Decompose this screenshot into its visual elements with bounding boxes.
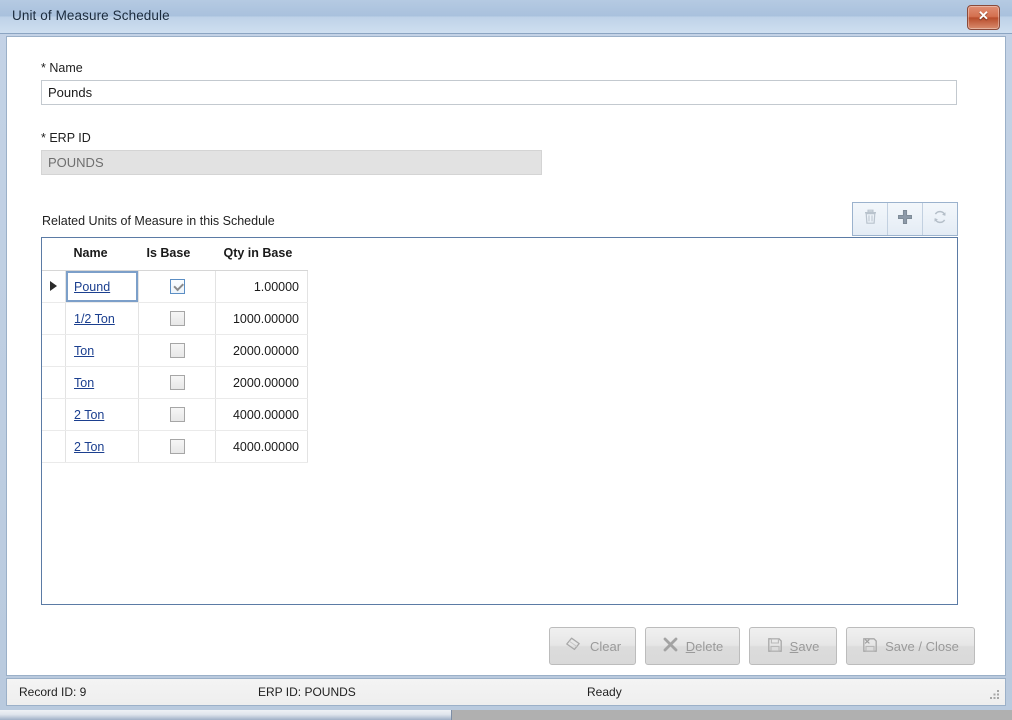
save-button[interactable]: Save	[749, 627, 837, 665]
grid-header-qty-in-base[interactable]: Qty in Base	[215, 238, 308, 271]
row-selector-arrow-icon	[50, 280, 57, 291]
name-field-label: * Name	[41, 61, 83, 75]
save-close-button-label: Save / Close	[885, 638, 959, 654]
row-indicator-cell[interactable]	[42, 334, 66, 367]
window-title: Unit of Measure Schedule	[12, 8, 170, 23]
eraser-icon	[564, 636, 583, 656]
row-name-cell[interactable]: Pound	[65, 270, 139, 303]
row-name-link[interactable]: Pound	[74, 280, 110, 294]
row-qty-cell[interactable]: 2000.00000	[215, 334, 308, 367]
row-indicator-cell[interactable]	[42, 398, 66, 431]
grid-delete-button[interactable]	[853, 203, 888, 235]
row-qty-cell[interactable]: 4000.00000	[215, 398, 308, 431]
status-record-id: Record ID: 9	[19, 685, 87, 699]
grid-toolbar	[852, 202, 958, 236]
save-close-button[interactable]: Save / Close	[846, 627, 975, 665]
row-name-link[interactable]: Ton	[74, 344, 94, 358]
erp-id-input	[41, 150, 542, 175]
x-mark-icon	[662, 636, 679, 656]
units-grid: Name Is Base Qty in Base Pound 1.00000 1/2…	[42, 238, 308, 463]
dialog-client-area: * Name * ERP ID Related Units of Measure…	[6, 36, 1006, 676]
save-button-label: Save	[789, 638, 820, 654]
row-name-cell[interactable]: 2 Ton	[65, 398, 139, 431]
row-qty-cell[interactable]: 4000.00000	[215, 430, 308, 463]
row-name-link[interactable]: 2 Ton	[74, 408, 104, 422]
floppy-disk-close-icon	[862, 637, 878, 656]
floppy-disk-icon	[767, 637, 783, 656]
delete-button-label: Delete	[685, 638, 724, 654]
clear-button[interactable]: Clear	[549, 627, 636, 665]
table-row[interactable]: Ton 2000.00000	[42, 334, 308, 367]
clear-button-label: Clear	[589, 638, 622, 654]
row-is-base-cell[interactable]	[138, 270, 216, 303]
dialog-window: Unit of Measure Schedule ✕ * Name * ERP …	[0, 0, 1012, 720]
checkbox-unchecked-icon[interactable]	[169, 311, 185, 327]
row-name-link[interactable]: 2 Ton	[74, 440, 104, 454]
row-name-cell[interactable]: 1/2 Ton	[65, 302, 139, 335]
close-icon: ✕	[978, 8, 989, 23]
checkbox-unchecked-icon[interactable]	[169, 343, 185, 359]
status-bar: Record ID: 9 ERP ID: POUNDS Ready	[6, 678, 1006, 706]
grid-header-row: Name Is Base Qty in Base	[42, 238, 308, 271]
row-indicator-cell[interactable]	[42, 366, 66, 399]
row-qty-cell[interactable]: 1.00000	[215, 270, 308, 303]
action-button-bar: Clear Delete Save Save / Close	[549, 627, 975, 665]
name-input[interactable]	[41, 80, 957, 105]
status-erp-id: ERP ID: POUNDS	[258, 685, 356, 699]
table-row[interactable]: Pound 1.00000	[42, 270, 308, 303]
row-indicator-cell[interactable]	[42, 430, 66, 463]
delete-row-icon	[863, 208, 878, 230]
grid-indicator-header	[42, 238, 66, 271]
row-name-cell[interactable]: Ton	[65, 366, 139, 399]
table-row[interactable]: 2 Ton 4000.00000	[42, 430, 308, 463]
grid-header-is-base[interactable]: Is Base	[138, 238, 216, 271]
delete-button[interactable]: Delete	[645, 627, 740, 665]
row-name-link[interactable]: Ton	[74, 376, 94, 390]
grid-add-button[interactable]	[888, 203, 923, 235]
row-indicator-cell[interactable]	[42, 302, 66, 335]
row-is-base-cell[interactable]	[138, 430, 216, 463]
erp-id-field-label: * ERP ID	[41, 131, 91, 145]
row-indicator-cell[interactable]	[42, 270, 66, 303]
row-name-link[interactable]: 1/2 Ton	[74, 312, 115, 326]
table-row[interactable]: 1/2 Ton 1000.00000	[42, 302, 308, 335]
add-row-icon	[897, 209, 913, 230]
grid-header-name[interactable]: Name	[65, 238, 139, 271]
row-is-base-cell[interactable]	[138, 398, 216, 431]
title-bar: Unit of Measure Schedule ✕	[0, 0, 1012, 34]
table-row[interactable]: Ton 2000.00000	[42, 366, 308, 399]
units-grid-panel: Name Is Base Qty in Base Pound 1.00000 1/2…	[41, 237, 958, 605]
grid-body: Pound 1.00000 1/2 Ton 1000.00000 Ton 2000.000…	[42, 270, 308, 463]
row-is-base-cell[interactable]	[138, 334, 216, 367]
refresh-icon	[932, 209, 948, 230]
checkbox-checked-icon[interactable]	[169, 279, 185, 295]
table-row[interactable]: 2 Ton 4000.00000	[42, 398, 308, 431]
grid-caption: Related Units of Measure in this Schedul…	[42, 214, 275, 228]
row-name-cell[interactable]: 2 Ton	[65, 430, 139, 463]
checkbox-unchecked-icon[interactable]	[169, 439, 185, 455]
close-button[interactable]: ✕	[967, 5, 1000, 30]
row-is-base-cell[interactable]	[138, 302, 216, 335]
status-state: Ready	[587, 685, 622, 699]
row-name-cell[interactable]: Ton	[65, 334, 139, 367]
grid-refresh-button[interactable]	[923, 203, 957, 235]
checkbox-unchecked-icon[interactable]	[169, 407, 185, 423]
resize-grip-icon[interactable]	[988, 689, 1001, 702]
row-qty-cell[interactable]: 1000.00000	[215, 302, 308, 335]
row-qty-cell[interactable]: 2000.00000	[215, 366, 308, 399]
background-window-sliver-left	[0, 710, 452, 720]
checkbox-unchecked-icon[interactable]	[169, 375, 185, 391]
row-is-base-cell[interactable]	[138, 366, 216, 399]
